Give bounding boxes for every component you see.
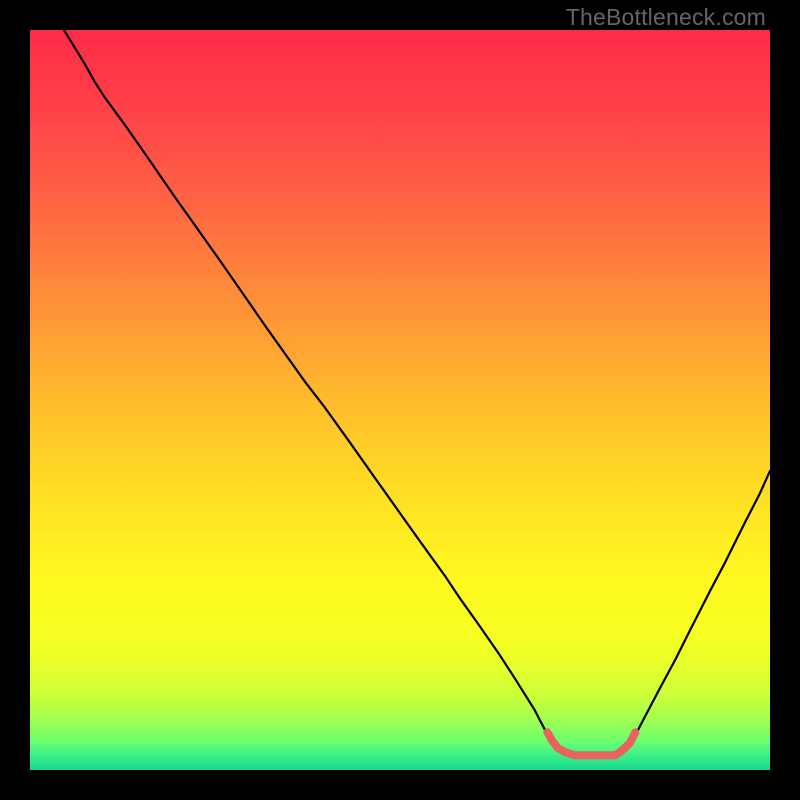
gradient-background (30, 30, 770, 770)
chart-frame (30, 30, 770, 770)
watermark-text: TheBottleneck.com (566, 4, 766, 31)
bottleneck-chart (30, 30, 770, 770)
